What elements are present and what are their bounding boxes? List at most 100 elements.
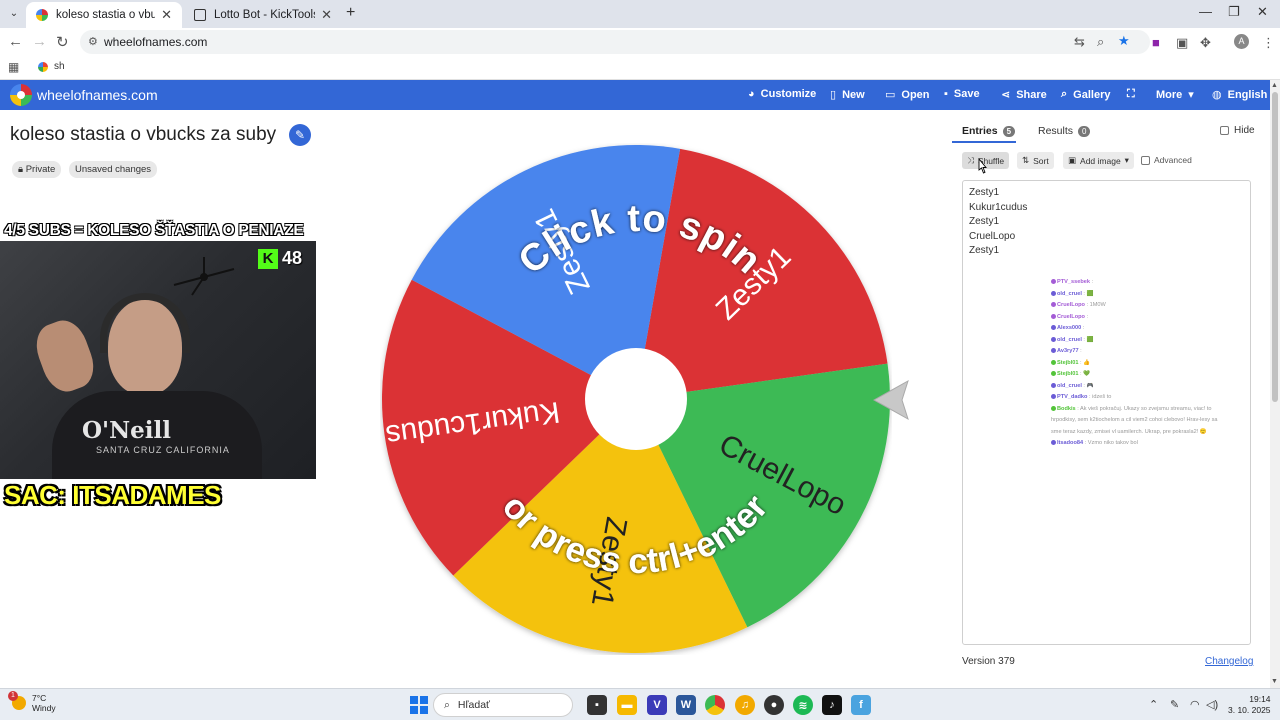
globe-icon: ◍ xyxy=(1212,89,1222,101)
chevron-down-icon: ▾ xyxy=(1188,89,1194,101)
spotify-icon[interactable]: ≋ xyxy=(793,695,813,715)
sort-icon: ⇅ xyxy=(1022,155,1030,165)
tab-search-icon[interactable]: ⌄ xyxy=(6,6,22,22)
sort-button[interactable]: ⇅ Sort xyxy=(1017,152,1054,169)
taskbar-clock[interactable]: 19:14 3. 10. 2025 xyxy=(1228,694,1271,716)
pen-icon[interactable]: ✎ xyxy=(1170,698,1179,711)
bookmark-item[interactable]: sh xyxy=(38,61,65,72)
viewer-count: 48 xyxy=(282,248,303,268)
spin-wheel[interactable]: Zesty1CruelLopoZesty1Kukur1cudusZesty1 C… xyxy=(380,143,892,655)
edit-title-button[interactable]: ✎ xyxy=(289,124,311,146)
brand-link[interactable]: wheelofnames.com xyxy=(37,87,158,103)
windows-start-icon[interactable] xyxy=(409,695,429,715)
changelog-link[interactable]: Changelog xyxy=(1205,656,1253,667)
google-favicon-icon xyxy=(38,61,48,72)
word-icon[interactable]: W xyxy=(676,695,696,715)
shirt-subtext: SANTA CRUZ CALIFORNIA xyxy=(96,445,230,455)
profile-avatar[interactable]: A xyxy=(1234,34,1249,49)
advanced-checkbox[interactable] xyxy=(1141,155,1150,165)
volume-icon[interactable]: ◁) xyxy=(1206,698,1218,711)
hide-checkbox[interactable] xyxy=(1220,126,1229,135)
file-icon: ▯ xyxy=(830,89,837,101)
tab-entries[interactable]: Entries 5 xyxy=(962,125,1016,137)
chat-text: : 👍 xyxy=(1078,359,1091,366)
advanced-label: Advanced xyxy=(1154,155,1192,165)
chat-text: : Vzmo niko takov bol xyxy=(1083,440,1138,446)
chat-message: PTV_dadko : idzeš to xyxy=(1051,392,1280,404)
gallery-button[interactable]: ⌕ Gallery xyxy=(1061,88,1110,101)
bookmark-star-icon[interactable]: ★ xyxy=(1118,33,1130,49)
omnibox[interactable]: ⚙ wheelofnames.com ⇆ ⌕ ★ xyxy=(80,30,1150,54)
wheel-logo-icon[interactable] xyxy=(10,84,32,106)
bookmarks-bar: ▦ sh xyxy=(0,56,1280,80)
obs-icon[interactable]: ● xyxy=(764,695,784,715)
tiktok-icon[interactable]: ♪ xyxy=(822,695,842,715)
share-button[interactable]: ⋖ Share xyxy=(1001,88,1047,102)
wheel-center[interactable] xyxy=(585,348,687,450)
shirt-logo: O'Neill xyxy=(82,417,171,444)
maximize-button[interactable]: ❐ xyxy=(1228,4,1240,20)
open-button[interactable]: ▭ Open xyxy=(885,88,930,102)
page-scrollbar[interactable]: ▲ ▼ xyxy=(1270,80,1280,688)
app-v-icon[interactable]: V xyxy=(647,695,667,715)
file-explorer-icon[interactable]: ▬ xyxy=(617,695,637,715)
new-button[interactable]: ▯ New xyxy=(830,88,865,102)
fullscreen-button[interactable]: ⛶ xyxy=(1127,88,1135,101)
private-chip[interactable]: 🔒︎ Private xyxy=(12,161,62,178)
menu-dots-icon[interactable]: ⋮ xyxy=(1262,35,1275,51)
chat-username: old_cruel xyxy=(1057,336,1082,343)
chat-overlay: PTV_ssebek : ㅤ old_cruel : 🟩 CruelLopo : 1… xyxy=(1051,277,1280,450)
translate-icon[interactable]: ⇆ xyxy=(1074,34,1085,50)
chat-text: : ㅤ xyxy=(1084,313,1095,320)
customize-button[interactable]: ◕ Customize xyxy=(748,88,816,100)
taskbar-search[interactable]: ⌕ Hľadať xyxy=(433,693,573,717)
minimize-button[interactable]: — xyxy=(1199,4,1212,19)
save-button[interactable]: ▪ Save xyxy=(944,88,980,100)
extension-icon[interactable]: ▣ xyxy=(1176,35,1188,51)
more-button[interactable]: More ▾ xyxy=(1156,88,1194,102)
scroll-up-icon[interactable]: ▲ xyxy=(1271,82,1278,89)
chat-message: CruelLopo : 1M0W xyxy=(1051,300,1280,312)
new-tab-button[interactable]: + xyxy=(346,4,355,22)
chat-message: Av3ry77 : ㅤ xyxy=(1051,346,1280,358)
url-text[interactable]: wheelofnames.com xyxy=(104,35,207,49)
browser-tab[interactable]: Lotto Bot - KickTools ✕ xyxy=(184,2,342,28)
add-image-button[interactable]: ▣ Add image ▾ xyxy=(1063,152,1134,169)
advanced-toggle[interactable]: Advanced xyxy=(1141,155,1192,165)
weather-widget[interactable]: 1 7°C Windy xyxy=(8,691,56,713)
browser-tab-active[interactable]: koleso stastia o vbucks za suby ✕ xyxy=(26,2,182,28)
extension-icon[interactable]: ■ xyxy=(1152,35,1160,50)
close-window-button[interactable]: ✕ xyxy=(1257,4,1268,20)
reload-icon[interactable]: ↻ xyxy=(56,33,69,51)
share-icon: ⋖ xyxy=(1001,89,1011,101)
mouse-cursor-icon xyxy=(978,158,987,174)
headphones-app-icon[interactable]: ♫ xyxy=(735,695,755,715)
chrome-icon[interactable] xyxy=(705,695,725,715)
tab-close-icon[interactable]: ✕ xyxy=(321,7,332,23)
back-icon[interactable]: ← xyxy=(8,33,23,50)
app-f-icon[interactable]: f xyxy=(851,695,871,715)
time-text: 19:14 xyxy=(1249,694,1271,704)
forward-icon[interactable]: → xyxy=(32,33,47,50)
scroll-thumb[interactable] xyxy=(1272,92,1278,402)
chat-badge-icon xyxy=(1051,394,1056,400)
tray-chevron-icon[interactable]: ⌃ xyxy=(1149,698,1158,711)
stream-overlay-banner: 4/5 SUBS = KOLESO ŠŤASTIA O PENIAZE xyxy=(4,222,304,239)
address-toolbar: ← → ↻ ⚙ wheelofnames.com ⇆ ⌕ ★ ■ ▣ ✥ A ⋮ xyxy=(0,28,1280,56)
task-view-icon[interactable]: ▪ xyxy=(587,695,607,715)
tab-results[interactable]: Results 0 xyxy=(1038,125,1091,137)
wifi-icon[interactable]: ◠ xyxy=(1190,698,1200,711)
chat-message: Stejbl01 : 👍 xyxy=(1051,358,1280,370)
language-button[interactable]: ◍ English xyxy=(1212,88,1267,102)
entries-textarea[interactable]: Zesty1 Kukur1cudus Zesty1 CruelLopo Zest… xyxy=(962,180,1251,645)
wheel-title[interactable]: koleso stastia o vbucks za suby xyxy=(10,124,276,146)
hide-toggle[interactable]: Hide xyxy=(1220,125,1255,136)
tab-close-icon[interactable]: ✕ xyxy=(161,7,172,23)
site-info-icon[interactable]: ⚙ xyxy=(88,35,98,48)
apps-grid-icon[interactable]: ▦ xyxy=(8,60,19,74)
zoom-icon[interactable]: ⌕ xyxy=(1097,34,1104,50)
puzzle-icon[interactable]: ✥ xyxy=(1200,35,1211,51)
scroll-down-icon[interactable]: ▼ xyxy=(1271,678,1278,685)
headset xyxy=(100,293,190,353)
weather-text: Windy xyxy=(32,703,56,713)
